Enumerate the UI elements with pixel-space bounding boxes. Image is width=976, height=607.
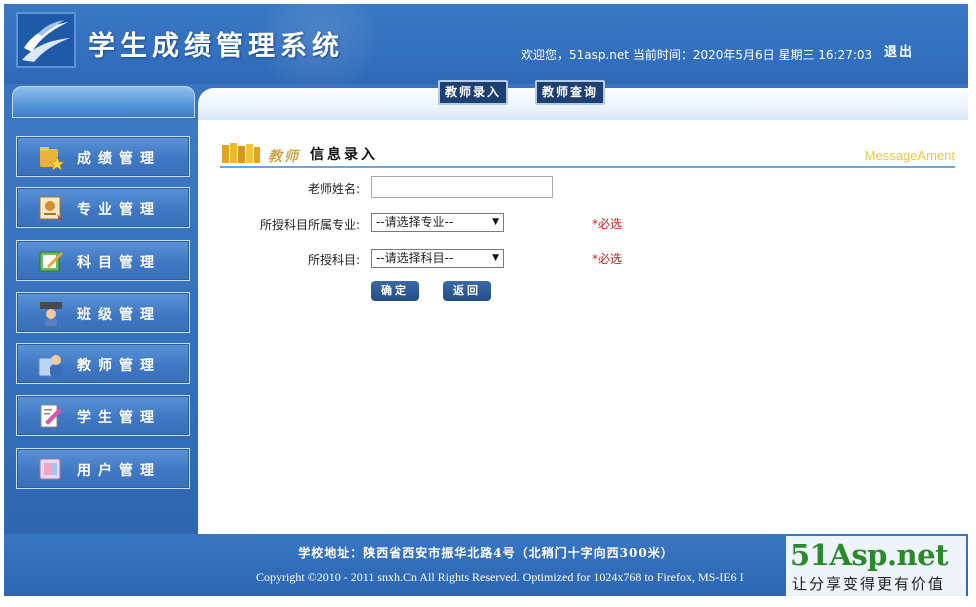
tab-teacher-query[interactable]: 教师查询 bbox=[535, 80, 606, 105]
subject-select[interactable]: --请选择科目-- ▼ bbox=[371, 249, 504, 268]
watermark-logo: 51Asp.net bbox=[790, 538, 949, 572]
dropdown-arrow-icon: ▼ bbox=[492, 217, 499, 227]
sidebar-item-subjects[interactable]: 科目管理 bbox=[16, 240, 190, 281]
major-required-note: *必选 bbox=[592, 217, 623, 231]
major-label: 所授科目所属专业: bbox=[259, 218, 360, 232]
section-title: 信息录入 bbox=[310, 147, 378, 163]
sidebar-item-label: 教师管理 bbox=[77, 358, 161, 374]
books-icon bbox=[222, 143, 260, 163]
subject-required-note: *必选 bbox=[592, 252, 623, 266]
sidebar-item-label: 班级管理 bbox=[77, 307, 161, 323]
folder-star-icon bbox=[37, 143, 65, 171]
sidebar-header bbox=[12, 86, 195, 118]
sidebar-item-grades[interactable]: 成绩管理 bbox=[16, 136, 190, 177]
header: 学生成绩管理系统 欢迎您，51asp.net 当前时间：2020年5月6日 星期… bbox=[4, 4, 968, 94]
tab-teacher-entry[interactable]: 教师录入 bbox=[438, 80, 509, 105]
student-icon bbox=[37, 402, 65, 430]
section-subtitle: MessageAment bbox=[864, 148, 955, 163]
edit-note-icon bbox=[37, 247, 65, 275]
sidebar: 成绩管理 专业管理 科目管理 班级管理 教师管理 学生管理 用户管理 bbox=[4, 120, 198, 534]
sidebar-item-students[interactable]: 学生管理 bbox=[16, 395, 190, 436]
sidebar-item-users[interactable]: 用户管理 bbox=[16, 448, 190, 489]
subject-label: 所授科目: bbox=[307, 253, 360, 267]
app-title: 学生成绩管理系统 bbox=[88, 31, 344, 62]
sidebar-item-label: 成绩管理 bbox=[77, 151, 161, 167]
subject-select-value: --请选择科目-- bbox=[376, 251, 454, 265]
major-select-value: --请选择专业-- bbox=[376, 215, 454, 229]
sidebar-item-label: 专业管理 bbox=[77, 202, 161, 218]
confirm-button[interactable]: 确定 bbox=[371, 281, 419, 301]
sidebar-item-label: 用户管理 bbox=[77, 463, 161, 479]
footer-copyright: Copyright ©2010 - 2011 snxh.Cn All Right… bbox=[256, 570, 744, 584]
sidebar-item-classes[interactable]: 班级管理 bbox=[16, 292, 190, 333]
back-button[interactable]: 返回 bbox=[443, 281, 491, 301]
sidebar-item-label: 科目管理 bbox=[77, 255, 161, 271]
major-select[interactable]: --请选择专业-- ▼ bbox=[371, 213, 504, 232]
welcome-text: 欢迎您，51asp.net 当前时间：2020年5月6日 星期三 16:27:0… bbox=[521, 48, 873, 62]
class-icon bbox=[37, 299, 65, 327]
sidebar-item-teachers[interactable]: 教师管理 bbox=[16, 343, 190, 384]
dropdown-arrow-icon: ▼ bbox=[492, 253, 499, 263]
teacher-name-input[interactable] bbox=[371, 176, 553, 198]
app-frame: 学生成绩管理系统 欢迎您，51asp.net 当前时间：2020年5月6日 星期… bbox=[4, 4, 968, 596]
watermark: 51Asp.net 让分享变得更有价值 bbox=[786, 536, 966, 596]
user-icon bbox=[37, 455, 65, 483]
teacher-name-label: 老师姓名: bbox=[307, 182, 360, 196]
certificate-icon bbox=[37, 194, 65, 222]
logout-link[interactable]: 退出 bbox=[884, 41, 914, 60]
app-logo bbox=[16, 12, 76, 68]
section-header: 教师 信息录入 MessageAment bbox=[220, 138, 955, 168]
teacher-icon bbox=[37, 350, 65, 378]
main-content: 教师 信息录入 MessageAment 老师姓名: 所授科目所属专业: --请… bbox=[198, 120, 968, 534]
section-prefix: 教师 bbox=[268, 149, 300, 165]
sidebar-item-majors[interactable]: 专业管理 bbox=[16, 187, 190, 228]
watermark-slogan: 让分享变得更有价值 bbox=[792, 575, 946, 593]
swoosh-logo-icon bbox=[22, 20, 70, 62]
sidebar-item-label: 学生管理 bbox=[77, 410, 161, 426]
